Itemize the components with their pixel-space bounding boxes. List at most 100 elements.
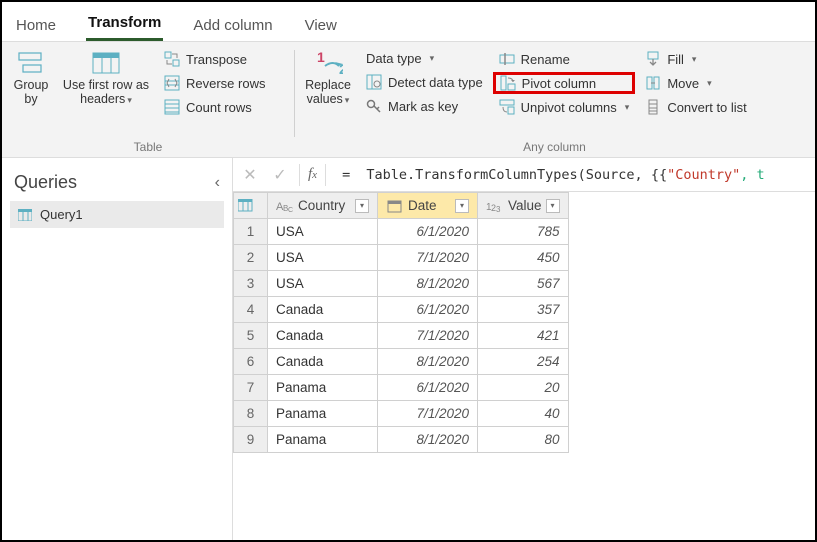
data-table: ABC Country ▾ Date ▾: [233, 192, 569, 453]
detect-data-type-button[interactable]: Detect data type: [360, 71, 489, 93]
collapse-queries-chevron-icon[interactable]: ‹: [215, 174, 220, 192]
fx-icon[interactable]: fx: [308, 166, 317, 183]
column-header-date[interactable]: Date ▾: [378, 193, 478, 219]
move-icon: [645, 75, 661, 91]
replace-values-button[interactable]: 12 Replace values▾: [300, 46, 356, 138]
query-item-query1[interactable]: Query1: [10, 201, 224, 228]
cell-value[interactable]: 421: [478, 323, 569, 349]
table-row[interactable]: 2USA7/1/2020450: [234, 245, 569, 271]
mark-as-key-button[interactable]: Mark as key: [360, 95, 489, 117]
group-by-button[interactable]: Group by: [8, 46, 54, 138]
column-name: Country: [298, 198, 345, 213]
fill-icon: [645, 51, 661, 67]
chevron-down-icon: ▾: [692, 54, 697, 65]
cell-value[interactable]: 40: [478, 401, 569, 427]
ribbon-tabs: Home Transform Add column View: [2, 2, 815, 42]
transpose-label: Transpose: [186, 52, 247, 67]
cell-date[interactable]: 7/1/2020: [378, 323, 478, 349]
tab-home[interactable]: Home: [14, 9, 58, 41]
divider: [325, 164, 326, 186]
use-first-row-headers-button[interactable]: Use first row as headers▾: [58, 46, 154, 138]
cell-country[interactable]: Panama: [268, 375, 378, 401]
queries-header: Queries ‹: [10, 166, 224, 201]
fill-button[interactable]: Fill ▾: [639, 48, 752, 70]
cell-value[interactable]: 80: [478, 427, 569, 453]
row-number: 8: [234, 401, 268, 427]
table-row[interactable]: 1USA6/1/2020785: [234, 219, 569, 245]
anycol-stack-2: Rename Pivot column Unpivot columns ▾: [493, 46, 636, 138]
group-by-icon: [16, 50, 46, 76]
cell-date[interactable]: 7/1/2020: [378, 401, 478, 427]
pivot-column-button[interactable]: Pivot column: [493, 72, 636, 94]
chevron-down-icon: ▾: [625, 102, 630, 113]
cell-country[interactable]: USA: [268, 245, 378, 271]
cell-date[interactable]: 8/1/2020: [378, 427, 478, 453]
formula-input[interactable]: = Table.TransformColumnTypes(Source, {{"…: [334, 167, 765, 183]
group-by-label: Group by: [14, 78, 49, 107]
data-type-button[interactable]: Data type ▾: [360, 48, 489, 69]
convert-to-list-button[interactable]: Convert to list: [639, 96, 752, 118]
cell-country[interactable]: Panama: [268, 427, 378, 453]
transpose-icon: [164, 51, 180, 67]
unpivot-columns-icon: [499, 99, 515, 115]
cell-country[interactable]: USA: [268, 271, 378, 297]
cell-date[interactable]: 7/1/2020: [378, 245, 478, 271]
row-number: 6: [234, 349, 268, 375]
column-header-value[interactable]: 123 Value ▾: [478, 193, 569, 219]
reverse-rows-button[interactable]: Reverse rows: [158, 72, 271, 94]
cell-date[interactable]: 6/1/2020: [378, 297, 478, 323]
move-label: Move: [667, 76, 699, 91]
table-row[interactable]: 8Panama7/1/202040: [234, 401, 569, 427]
count-rows-button[interactable]: Count rows: [158, 96, 271, 118]
table-row[interactable]: 5Canada7/1/2020421: [234, 323, 569, 349]
tab-add-column[interactable]: Add column: [191, 9, 274, 41]
cell-country[interactable]: Panama: [268, 401, 378, 427]
detect-data-type-label: Detect data type: [388, 75, 483, 90]
table-row[interactable]: 4Canada6/1/2020357: [234, 297, 569, 323]
reverse-rows-label: Reverse rows: [186, 76, 265, 91]
cell-date[interactable]: 8/1/2020: [378, 271, 478, 297]
rename-button[interactable]: Rename: [493, 48, 636, 70]
svg-text:2: 2: [339, 61, 343, 76]
chevron-down-icon: ▾: [707, 78, 712, 89]
mark-as-key-label: Mark as key: [388, 99, 458, 114]
cell-date[interactable]: 8/1/2020: [378, 349, 478, 375]
cell-value[interactable]: 785: [478, 219, 569, 245]
cell-value[interactable]: 254: [478, 349, 569, 375]
column-filter-dropdown[interactable]: ▾: [546, 199, 560, 213]
row-number: 7: [234, 375, 268, 401]
chevron-down-icon: ▾: [127, 95, 132, 105]
cell-date[interactable]: 6/1/2020: [378, 219, 478, 245]
cell-country[interactable]: Canada: [268, 349, 378, 375]
data-grid[interactable]: ABC Country ▾ Date ▾: [233, 192, 815, 453]
cell-value[interactable]: 357: [478, 297, 569, 323]
tab-transform[interactable]: Transform: [86, 6, 163, 41]
table-row[interactable]: 7Panama6/1/202020: [234, 375, 569, 401]
transpose-button[interactable]: Transpose: [158, 48, 271, 70]
cell-value[interactable]: 20: [478, 375, 569, 401]
cell-value[interactable]: 450: [478, 245, 569, 271]
column-filter-dropdown[interactable]: ▾: [355, 199, 369, 213]
column-filter-dropdown[interactable]: ▾: [455, 199, 469, 213]
cell-country[interactable]: Canada: [268, 323, 378, 349]
column-header-country[interactable]: ABC Country ▾: [268, 193, 378, 219]
ribbon-group-any-column-label: Any column: [300, 138, 809, 155]
formula-cancel-button[interactable]: ✕: [239, 164, 261, 186]
formula-commit-button[interactable]: ✓: [269, 164, 291, 186]
unpivot-columns-button[interactable]: Unpivot columns ▾: [493, 96, 636, 118]
tab-view[interactable]: View: [303, 9, 339, 41]
table-row[interactable]: 3USA8/1/2020567: [234, 271, 569, 297]
pivot-column-label: Pivot column: [522, 76, 596, 91]
replace-values-label: Replace values▾: [305, 78, 351, 107]
table-row[interactable]: 6Canada8/1/2020254: [234, 349, 569, 375]
table-corner-menu[interactable]: [234, 193, 268, 219]
cell-date[interactable]: 6/1/2020: [378, 375, 478, 401]
cell-country[interactable]: USA: [268, 219, 378, 245]
cell-country[interactable]: Canada: [268, 297, 378, 323]
fill-label: Fill: [667, 52, 684, 67]
app-window: Home Transform Add column View Group by …: [0, 0, 817, 542]
move-button[interactable]: Move ▾: [639, 72, 752, 94]
table-row[interactable]: 9Panama8/1/202080: [234, 427, 569, 453]
row-number: 5: [234, 323, 268, 349]
cell-value[interactable]: 567: [478, 271, 569, 297]
